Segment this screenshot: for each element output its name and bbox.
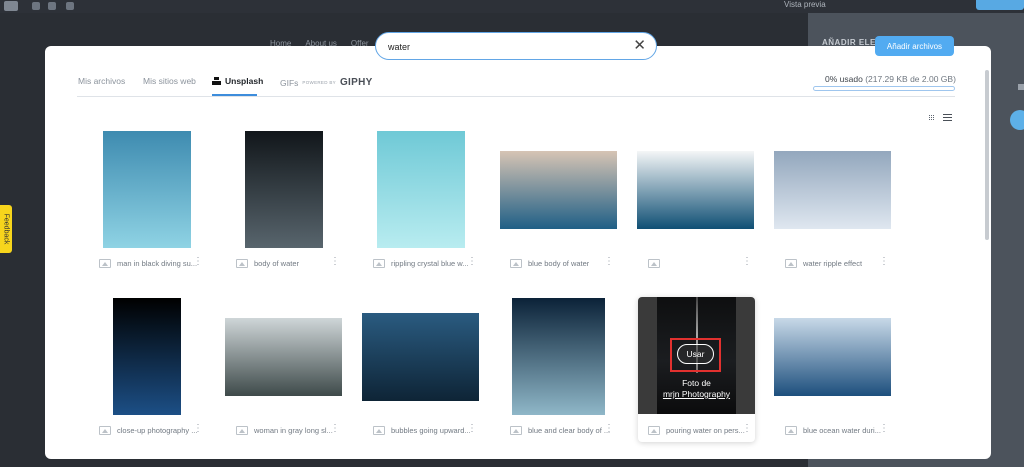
credit-prefix: Foto de [682,378,711,388]
modal-scrollbar[interactable] [985,70,989,240]
image-icon [648,425,660,435]
more-options-icon[interactable]: ⋮ [879,257,889,267]
image-thumbnail-3[interactable] [377,131,465,248]
tab-my-files[interactable]: Mis archivos [78,76,125,86]
feedback-label: Feedback [2,213,10,245]
image-caption: rippling crystal blue w... [391,258,469,268]
image-icon [99,258,111,268]
image-thumbnail-6[interactable] [774,151,891,229]
photo-credit: Foto de mrjn Photography [638,378,755,400]
image-thumbnail-9[interactable] [362,313,479,401]
image-icon [373,425,385,435]
tabs-divider [77,96,955,97]
tab-my-sites[interactable]: Mis sitios web [143,76,196,86]
image-meta-2: body of water [236,257,340,269]
image-icon [99,425,111,435]
image-caption: woman in gray long sl... [254,425,333,435]
image-caption: body of water [254,258,300,268]
usage-percent: 0% usado [825,74,863,84]
image-caption: man in black diving su... [117,258,198,268]
editor-toolbar: Vista previa [0,0,1024,13]
panel-edge-icon[interactable] [1018,84,1024,90]
add-files-button[interactable]: Añadir archivos [875,36,954,56]
giphy-logo: GIPHY [339,77,373,88]
more-options-icon[interactable]: ⋮ [604,257,614,267]
image-thumbnail-4[interactable] [500,151,617,229]
more-options-icon[interactable]: ⋮ [879,424,889,434]
add-element-button[interactable] [1010,110,1024,130]
more-options-icon[interactable]: ⋮ [604,424,614,434]
image-thumbnail-5[interactable] [637,151,754,229]
media-library-modal: Mis archivos Mis sitios web Unsplash GIF… [45,46,991,459]
more-options-icon[interactable]: ⋮ [330,424,340,434]
list-view-icon[interactable] [943,114,952,121]
image-caption: pouring water on pers... [666,425,745,435]
undo-icon[interactable] [32,2,40,10]
image-meta-8: woman in gray long sl... [236,424,340,436]
image-caption: close-up photography ... [117,425,198,435]
more-options-icon[interactable]: ⋮ [330,257,340,267]
more-options-icon[interactable]: ⋮ [742,424,752,434]
image-caption: blue body of water [528,258,590,268]
image-thumbnail-12[interactable] [774,318,891,396]
storage-usage-bar [813,86,955,91]
image-thumbnail-8[interactable] [225,318,342,396]
image-meta-5 [648,257,752,269]
more-options-icon[interactable]: ⋮ [742,257,752,267]
unsplash-logo-icon [212,77,221,85]
more-options-icon[interactable]: ⋮ [467,424,477,434]
tab-gifs-label: GIFs [280,77,299,88]
image-meta-10: blue and clear body of ... [510,424,614,436]
image-thumbnail-7[interactable] [113,298,181,415]
more-options-icon[interactable]: ⋮ [193,424,203,434]
more-options-icon[interactable]: ⋮ [193,257,203,267]
image-meta-9: bubbles going upward... [373,424,477,436]
redo-icon[interactable] [48,2,56,10]
image-caption: water ripple effect [803,258,863,268]
tab-gifs[interactable]: GIFs POWERED BY GIPHY [280,77,373,88]
image-thumbnail-2[interactable] [245,131,323,248]
tab-unsplash[interactable]: Unsplash [212,76,263,86]
grid-view-icon[interactable] [929,115,935,121]
image-icon [785,425,797,435]
use-image-button[interactable]: Usar [677,344,714,364]
image-thumbnail-10[interactable] [512,298,605,415]
search-input[interactable] [388,41,628,53]
preview-button[interactable]: Vista previa [784,0,826,9]
image-meta-4: blue body of water [510,257,614,269]
more-options-icon[interactable]: ⋮ [467,257,477,267]
pages-icon[interactable] [66,2,74,10]
image-icon [236,425,248,435]
image-caption: blue ocean water duri... [803,425,881,435]
image-caption: blue and clear body of ... [528,425,611,435]
image-meta-6: water ripple effect [785,257,889,269]
image-meta-3: rippling crystal blue w... [373,257,477,269]
image-meta-7: close-up photography ... [99,424,203,436]
tab-unsplash-label: Unsplash [225,76,264,86]
image-meta-1: man in black diving su... [99,257,203,269]
image-icon [510,258,522,268]
image-meta-11: pouring water on pers... [648,424,752,436]
app-logo-icon[interactable] [4,1,18,11]
search-box: ✕ [375,32,657,60]
image-meta-12: blue ocean water duri... [785,424,889,436]
image-icon [373,258,385,268]
usage-detail: (217.29 KB de 2.00 GB) [865,74,956,84]
image-caption: bubbles going upward... [391,425,471,435]
credit-author-link[interactable]: mrjn Photography [638,389,755,400]
clear-search-icon[interactable]: ✕ [633,38,646,53]
feedback-tab[interactable]: Feedback [0,205,12,253]
image-icon [510,425,522,435]
storage-usage: 0% usado (217.29 KB de 2.00 GB) [825,74,956,84]
powered-by-label: POWERED BY [302,80,336,85]
image-thumbnail-1[interactable] [103,131,191,248]
publish-button[interactable] [976,0,1024,10]
image-icon [648,258,660,268]
image-icon [785,258,797,268]
image-icon [236,258,248,268]
